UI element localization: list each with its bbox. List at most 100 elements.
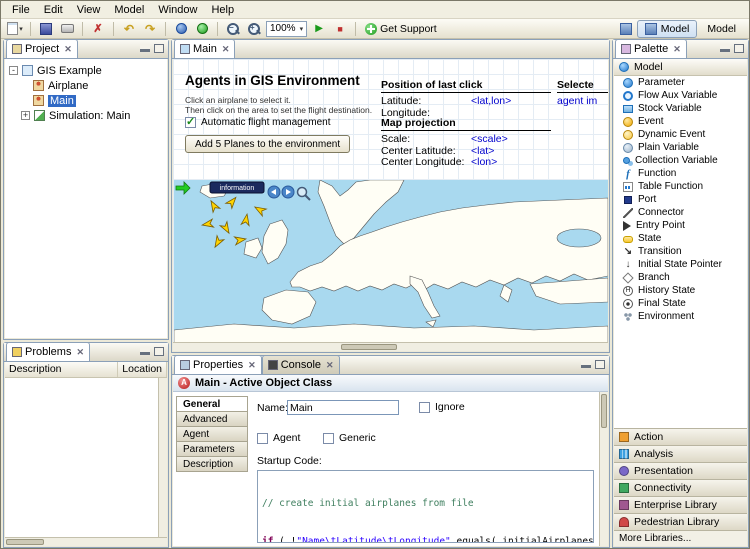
column-location[interactable]: Location: [118, 362, 167, 377]
palette-item[interactable]: ↘Transition: [614, 245, 747, 258]
column-description[interactable]: Description: [5, 362, 118, 377]
get-support-button[interactable]: Get Support: [362, 20, 440, 37]
palette-item[interactable]: Table Function: [614, 180, 747, 193]
new-button[interactable]: ▾: [6, 20, 24, 37]
close-icon[interactable]: ✕: [673, 44, 681, 55]
palette-item[interactable]: Entry Point: [614, 219, 747, 232]
editor-canvas[interactable]: Agents in GIS Environment Click an airpl…: [173, 59, 608, 351]
properties-vertical-scrollbar[interactable]: [599, 392, 608, 546]
editor-horizontal-scrollbar[interactable]: [173, 342, 608, 351]
perspective-model-active[interactable]: Model: [637, 20, 698, 38]
palette-item[interactable]: Environment: [614, 310, 747, 323]
palette-section-enterprise-library[interactable]: Enterprise Library: [614, 496, 747, 513]
maximize-icon[interactable]: [154, 44, 164, 53]
menu-help[interactable]: Help: [204, 2, 241, 18]
perspective-model-inactive[interactable]: Model: [699, 20, 744, 38]
tree-item-airplane[interactable]: Airplane: [5, 78, 167, 93]
close-icon[interactable]: ✕: [326, 360, 334, 371]
scrollbar-thumb[interactable]: [6, 539, 44, 545]
zoom-level-select[interactable]: 100%▾: [266, 21, 307, 37]
palette-section-connectivity[interactable]: Connectivity: [614, 479, 747, 496]
minimize-icon[interactable]: [581, 360, 591, 368]
auto-flight-checkbox[interactable]: [185, 117, 196, 128]
close-icon[interactable]: ✕: [76, 347, 84, 358]
zoom-in-button[interactable]: +: [245, 20, 263, 37]
print-button[interactable]: [58, 20, 76, 37]
tree-item-gis-example[interactable]: - GIS Example: [5, 63, 167, 78]
palette-section-presentation[interactable]: Presentation: [614, 462, 747, 479]
open-perspective-button[interactable]: [617, 20, 635, 37]
palette-item[interactable]: ↓Initial State Pointer: [614, 258, 747, 271]
run-model-button[interactable]: [193, 20, 211, 37]
scrollbar-thumb[interactable]: [341, 344, 397, 350]
menu-view[interactable]: View: [70, 2, 108, 18]
close-icon[interactable]: ✕: [248, 360, 256, 371]
agent-checkbox[interactable]: [257, 433, 268, 444]
tab-project[interactable]: Project ✕: [6, 39, 78, 58]
build-model-button[interactable]: [172, 20, 190, 37]
menu-model[interactable]: Model: [107, 2, 151, 18]
problems-horizontal-scrollbar[interactable]: [5, 537, 167, 546]
zoom-out-button[interactable]: −: [224, 20, 242, 37]
side-tab-advanced[interactable]: Advanced: [176, 411, 248, 427]
tab-main-editor[interactable]: Main ✕: [174, 39, 235, 58]
tab-console[interactable]: Console ✕: [262, 355, 340, 374]
palette-item[interactable]: Stock Variable: [614, 102, 747, 115]
add-planes-button[interactable]: Add 5 Planes to the environment: [185, 135, 350, 153]
palette-item[interactable]: Flow Aux Variable: [614, 89, 747, 102]
palette-section-pedestrian-library[interactable]: Pedestrian Library: [614, 513, 747, 530]
palette-item[interactable]: Final State: [614, 297, 747, 310]
side-tab-parameters[interactable]: Parameters: [176, 441, 248, 457]
more-libraries-link[interactable]: More Libraries...: [614, 530, 747, 546]
minimize-icon[interactable]: [140, 347, 150, 355]
tree-item-main[interactable]: Main: [5, 93, 167, 108]
menu-file[interactable]: File: [5, 2, 37, 18]
stop-button[interactable]: ■: [331, 20, 349, 37]
generic-checkbox[interactable]: [323, 433, 334, 444]
undo-button[interactable]: ↶: [120, 20, 138, 37]
tab-properties[interactable]: Properties ✕: [174, 355, 262, 374]
maximize-icon[interactable]: [734, 44, 744, 53]
name-input[interactable]: [287, 400, 399, 415]
maximize-icon[interactable]: [595, 360, 605, 369]
close-icon[interactable]: ✕: [64, 44, 72, 55]
collapse-icon[interactable]: -: [9, 66, 18, 75]
menu-window[interactable]: Window: [151, 2, 204, 18]
palette-item[interactable]: Parameter: [614, 76, 747, 89]
palette-item[interactable]: Collection Variable: [614, 154, 747, 167]
side-tab-general[interactable]: General: [176, 396, 248, 412]
palette-item[interactable]: Branch: [614, 271, 747, 284]
menu-edit[interactable]: Edit: [37, 2, 70, 18]
minimize-icon[interactable]: [720, 44, 730, 52]
palette-item[interactable]: Connector: [614, 206, 747, 219]
save-button[interactable]: [37, 20, 55, 37]
redo-button[interactable]: ↷: [141, 20, 159, 37]
palette-item[interactable]: Event: [614, 115, 747, 128]
expand-icon[interactable]: +: [21, 111, 30, 120]
scrollbar-thumb[interactable]: [601, 394, 607, 428]
tab-problems[interactable]: Problems ✕: [6, 342, 90, 361]
palette-section-model[interactable]: Model: [614, 59, 747, 76]
palette-section-analysis[interactable]: Analysis: [614, 445, 747, 462]
startup-code-editor[interactable]: // create initial airplanes from file if…: [257, 470, 594, 543]
palette-item[interactable]: HHistory State: [614, 284, 747, 297]
palette-item[interactable]: State: [614, 232, 747, 245]
palette-item[interactable]: fFunction: [614, 167, 747, 180]
problems-vertical-scrollbar[interactable]: [158, 378, 167, 537]
side-tab-agent[interactable]: Agent: [176, 426, 248, 442]
tab-palette[interactable]: Palette ✕: [615, 39, 687, 58]
run-button[interactable]: ▶: [310, 20, 328, 37]
delete-button[interactable]: ✗: [89, 20, 107, 37]
gis-map-svg[interactable]: information: [174, 180, 608, 344]
gis-map[interactable]: information: [174, 180, 608, 344]
close-icon[interactable]: ✕: [222, 44, 230, 55]
minimize-icon[interactable]: [140, 44, 150, 52]
ignore-checkbox[interactable]: [419, 402, 430, 413]
palette-item[interactable]: Plain Variable: [614, 141, 747, 154]
tree-item-simulation-main[interactable]: + Simulation: Main: [5, 108, 167, 123]
palette-section-action[interactable]: Action: [614, 428, 747, 445]
palette-item[interactable]: Port: [614, 193, 747, 206]
side-tab-description[interactable]: Description: [176, 456, 248, 472]
maximize-icon[interactable]: [154, 347, 164, 356]
palette-item[interactable]: Dynamic Event: [614, 128, 747, 141]
